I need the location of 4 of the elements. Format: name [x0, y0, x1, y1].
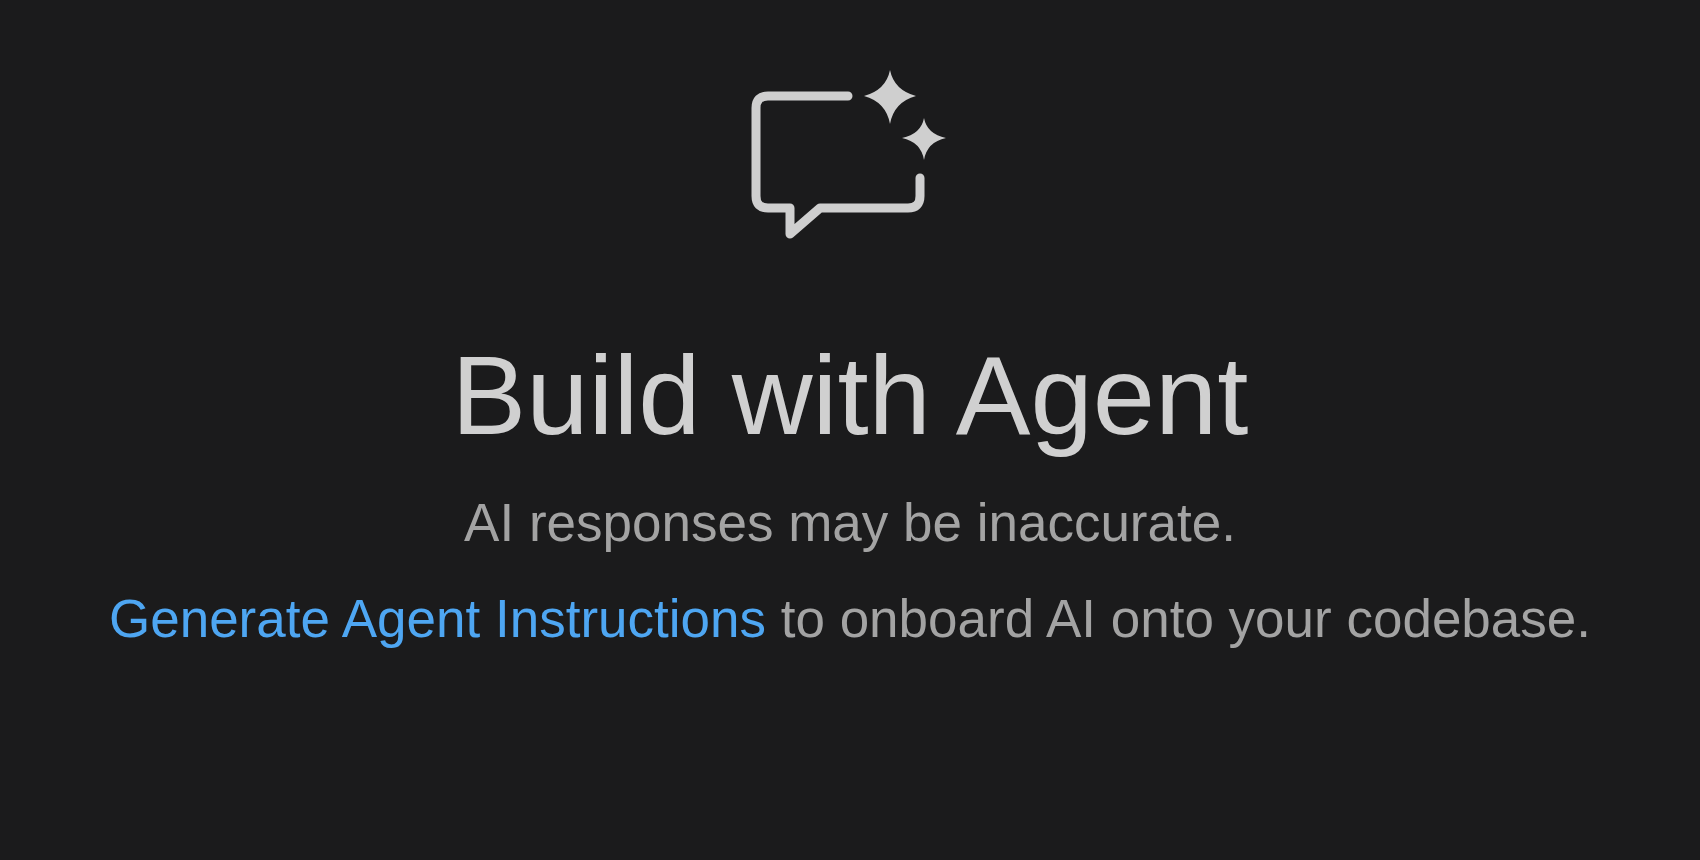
instructions-text: Generate Agent Instructions to onboard AI onto your codebase. — [107, 587, 1593, 650]
disclaimer-text: AI responses may be inaccurate. — [464, 492, 1236, 555]
generate-instructions-link[interactable]: Generate Agent Instructions — [108, 588, 766, 648]
heading: Build with Agent — [451, 334, 1249, 458]
